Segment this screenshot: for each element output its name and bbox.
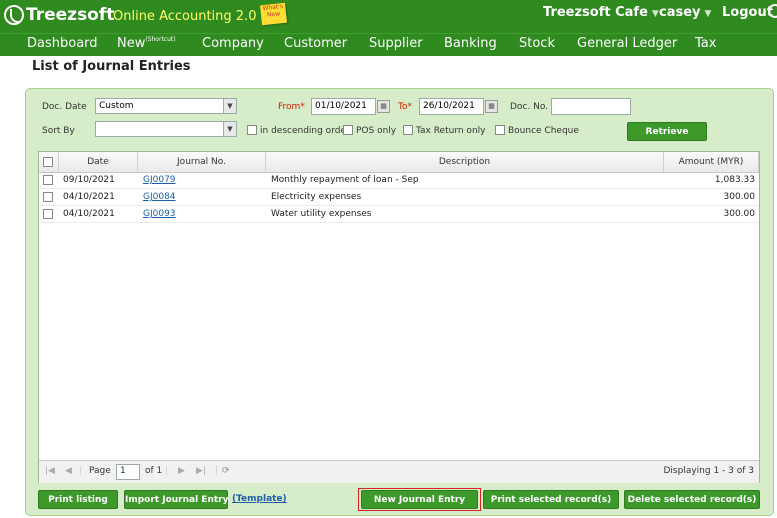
row-amount: 300.00 — [723, 192, 756, 202]
logout-link[interactable]: Logout — [722, 5, 773, 20]
user-name: casey — [659, 5, 701, 20]
row-checkbox[interactable] — [43, 192, 53, 202]
last-page-icon[interactable]: ▶| — [196, 466, 206, 476]
row-date: 04/10/2021 — [63, 209, 115, 219]
row-checkbox[interactable] — [43, 175, 53, 185]
pos-only-checkbox[interactable] — [343, 125, 353, 135]
tax-return-label: Tax Return only — [416, 126, 486, 136]
bounce-cheque-label: Bounce Cheque — [508, 126, 579, 136]
col-description[interactable]: Description — [266, 152, 664, 172]
nav-dashboard[interactable]: Dashboard — [27, 36, 98, 51]
template-link[interactable]: (Template) — [232, 494, 287, 504]
select-all-cell — [39, 152, 59, 172]
descending-checkbox[interactable] — [247, 125, 257, 135]
delete-selected-button[interactable]: Delete selected record(s) — [624, 490, 760, 509]
print-listing-button[interactable]: Print listing — [38, 490, 118, 509]
brand-name: Treezsoft — [26, 5, 115, 25]
nav-tax[interactable]: Tax — [695, 36, 716, 51]
nav-general-ledger[interactable]: General Ledger — [577, 36, 677, 51]
col-amount[interactable]: Amount (MYR) — [664, 152, 759, 172]
col-date[interactable]: Date — [59, 152, 138, 172]
retrieve-button[interactable]: Retrieve — [627, 122, 707, 141]
tax-return-checkbox[interactable] — [403, 125, 413, 135]
to-label: To* — [398, 102, 412, 112]
calendar-icon[interactable]: ▦ — [485, 100, 498, 113]
refresh-icon[interactable]: ⟳ — [222, 466, 230, 476]
doc-no-label: Doc. No. — [510, 102, 549, 112]
page-label: Page — [89, 466, 111, 476]
next-page-icon[interactable]: ▶ — [178, 466, 185, 476]
pager-bar: |◀ ◀ | Page 1 of 1 | ▶ ▶| | ⟳ Displaying… — [39, 460, 759, 483]
user-menu[interactable]: casey ▼ — [659, 5, 711, 20]
table-row[interactable]: 09/10/2021 GJ0079 Monthly repayment of l… — [39, 172, 759, 189]
leaf-logo-icon — [4, 5, 24, 25]
treezsoft-logo[interactable]: Treezsoft — [4, 5, 114, 25]
chevron-down-icon: ▼ — [223, 99, 236, 113]
row-date: 09/10/2021 — [63, 175, 115, 185]
app-name: Online Accounting 2.0 — [113, 9, 257, 24]
main-nav: Dashboard New(Shortcut) Company Customer… — [0, 33, 777, 56]
row-amount: 1,083.33 — [714, 175, 755, 185]
chevron-down-icon: ▼ — [223, 122, 236, 136]
pos-only-label: POS only — [356, 126, 397, 136]
sort-by-select[interactable]: ▼ — [95, 121, 237, 137]
pager-separator: | — [215, 466, 219, 476]
import-journal-button[interactable]: Import Journal Entry — [124, 490, 228, 509]
journal-grid: Date Journal No. Description Amount (MYR… — [38, 151, 760, 483]
table-row[interactable]: 04/10/2021 GJ0084 Electricity expenses 3… — [39, 189, 759, 206]
from-label-text: From — [278, 102, 301, 112]
nav-new-label: New — [117, 36, 146, 51]
doc-no-input[interactable] — [551, 98, 631, 115]
grid-header: Date Journal No. Description Amount (MYR… — [39, 152, 759, 173]
new-journal-button[interactable]: New Journal Entry — [361, 490, 478, 509]
page-title: List of Journal Entries — [32, 59, 191, 74]
to-date-input[interactable]: 26/10/2021 — [419, 98, 484, 115]
page-of-label: of 1 — [145, 466, 163, 476]
top-bar: Treezsoft Online Accounting 2.0 What's N… — [0, 0, 777, 33]
row-description: Electricity expenses — [271, 192, 362, 202]
row-date: 04/10/2021 — [63, 192, 115, 202]
row-description: Monthly repayment of loan - Sep — [271, 175, 419, 185]
row-description: Water utility expenses — [271, 209, 372, 219]
bounce-cheque-checkbox[interactable] — [495, 125, 505, 135]
pager-separator: | — [79, 466, 83, 476]
nav-customer[interactable]: Customer — [284, 36, 347, 51]
nav-company[interactable]: Company — [202, 36, 264, 51]
select-all-checkbox[interactable] — [43, 157, 53, 167]
journal-no-link[interactable]: GJ0079 — [143, 172, 176, 188]
sort-by-label: Sort By — [42, 126, 75, 136]
journal-no-link[interactable]: GJ0084 — [143, 189, 176, 205]
journal-no-link[interactable]: GJ0093 — [143, 206, 176, 222]
doc-date-select[interactable]: Custom ▼ — [95, 98, 237, 114]
from-date-input[interactable]: 01/10/2021 — [311, 98, 376, 115]
from-label: From* — [278, 102, 305, 112]
whats-new-note[interactable]: What's New — [260, 2, 287, 26]
display-count: Displaying 1 - 3 of 3 — [663, 466, 755, 476]
nav-stock[interactable]: Stock — [519, 36, 555, 51]
required-mark: * — [300, 102, 305, 112]
company-menu[interactable]: Treezsoft Cafe ▼ — [543, 5, 659, 20]
first-page-icon[interactable]: |◀ — [45, 466, 55, 476]
chevron-down-icon: ▼ — [704, 9, 712, 19]
row-checkbox[interactable] — [43, 209, 53, 219]
page-number-input[interactable]: 1 — [116, 464, 140, 480]
pager-separator: | — [165, 466, 169, 476]
nav-banking[interactable]: Banking — [444, 36, 497, 51]
nav-new[interactable]: New(Shortcut) — [117, 36, 176, 51]
nav-supplier[interactable]: Supplier — [369, 36, 423, 51]
company-name: Treezsoft Cafe — [543, 5, 648, 20]
chevron-down-icon: ▼ — [651, 9, 659, 19]
doc-date-value: Custom — [99, 101, 134, 111]
row-amount: 300.00 — [723, 209, 756, 219]
power-icon[interactable] — [768, 4, 777, 18]
col-journal-no[interactable]: Journal No. — [138, 152, 266, 172]
print-selected-button[interactable]: Print selected record(s) — [483, 490, 619, 509]
descending-label: in descending order — [260, 126, 350, 136]
table-row[interactable]: 04/10/2021 GJ0093 Water utility expenses… — [39, 206, 759, 223]
doc-date-label: Doc. Date — [42, 102, 87, 112]
prev-page-icon[interactable]: ◀ — [65, 466, 72, 476]
nav-new-shortcut: (Shortcut) — [145, 36, 176, 43]
required-mark: * — [407, 102, 412, 112]
calendar-icon[interactable]: ▦ — [377, 100, 390, 113]
